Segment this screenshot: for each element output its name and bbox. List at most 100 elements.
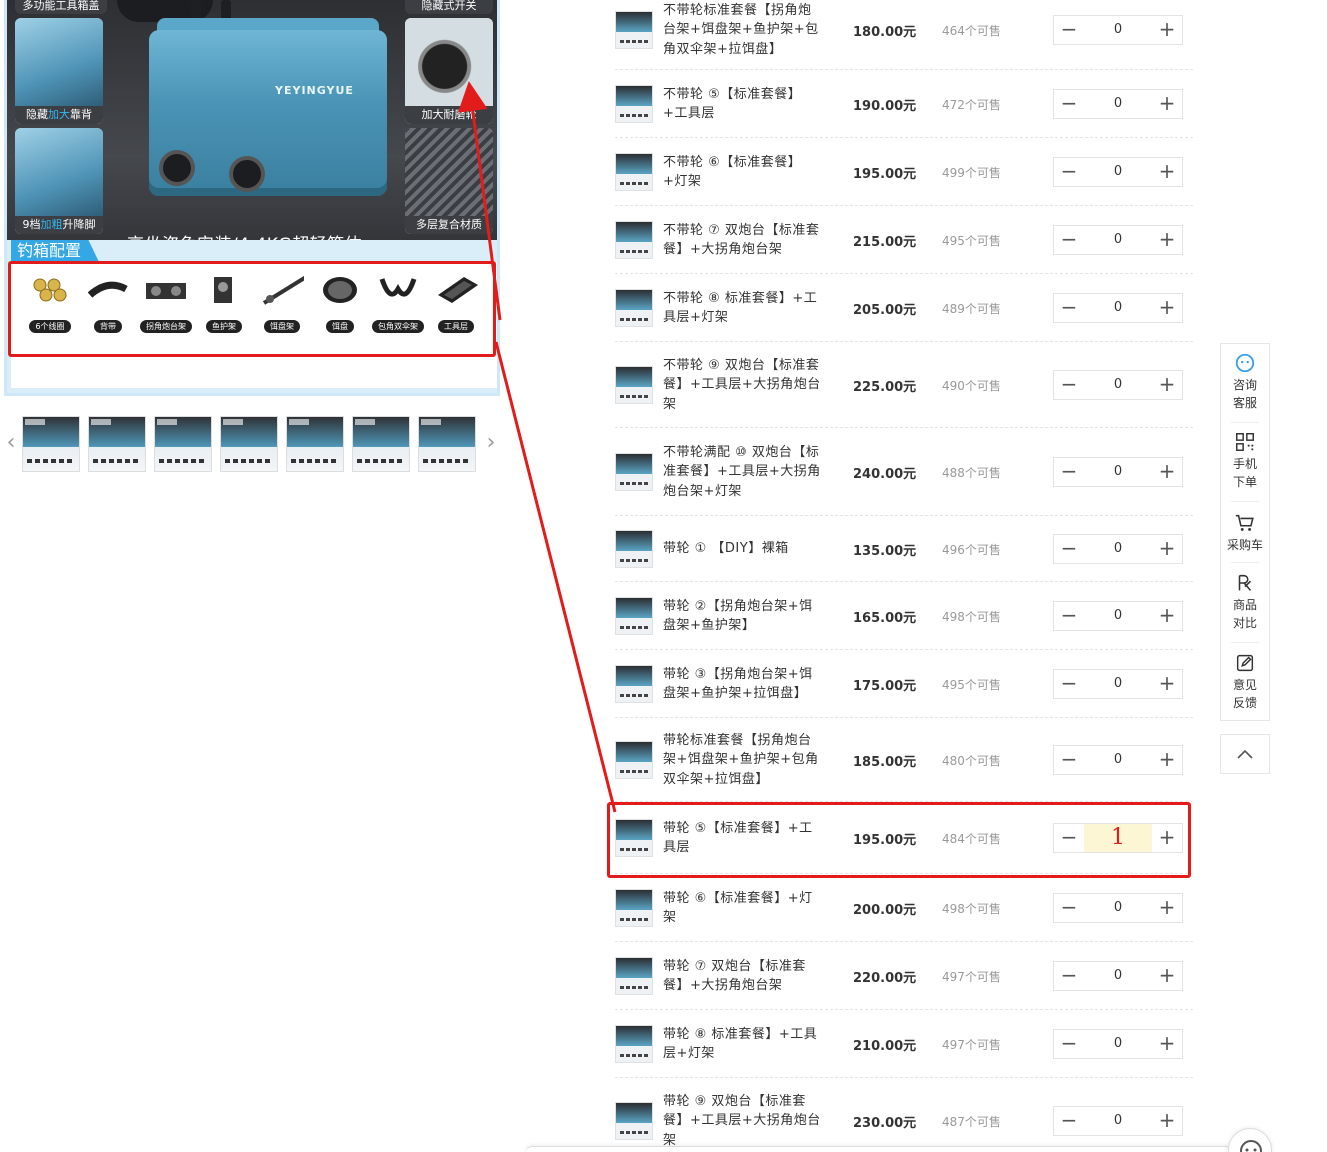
quantity-stepper: −0 + bbox=[1053, 370, 1183, 400]
sku-thumbnail bbox=[615, 453, 653, 491]
quantity-input[interactable]: 0 bbox=[1084, 16, 1152, 44]
quantity-stepper: −0 + bbox=[1053, 601, 1183, 631]
sku-thumbnail bbox=[615, 11, 653, 49]
decrease-button[interactable]: − bbox=[1054, 894, 1084, 922]
thumbnail[interactable] bbox=[286, 416, 344, 472]
qr-code-icon bbox=[1236, 433, 1254, 451]
sku-price: 240.00元 bbox=[853, 467, 917, 482]
decrease-button[interactable]: − bbox=[1054, 746, 1084, 774]
increase-button[interactable]: + bbox=[1152, 670, 1182, 698]
thumbnail[interactable] bbox=[220, 416, 278, 472]
sku-price: 195.00元 bbox=[853, 167, 917, 182]
quantity-input[interactable]: 0 bbox=[1084, 1030, 1152, 1058]
side-toolbar: 咨询客服 手机下单 采购车 商品对比 意见反馈 bbox=[1220, 343, 1270, 721]
feature-card: 隐藏加大靠背 bbox=[15, 18, 103, 124]
product-photo: YEYINGYUE 多功能工具箱盖 隐藏式开关 隐藏加大靠背 9档加粗升降脚 加… bbox=[7, 0, 497, 262]
feature-card: 9档加粗升降脚 bbox=[15, 128, 103, 234]
sku-stock: 487个可售 bbox=[942, 1115, 1001, 1129]
increase-button[interactable]: + bbox=[1152, 16, 1182, 44]
increase-button[interactable]: + bbox=[1152, 371, 1182, 399]
quantity-input[interactable]: 0 bbox=[1084, 90, 1152, 118]
decrease-button[interactable]: − bbox=[1054, 602, 1084, 630]
quantity-input[interactable]: 0 bbox=[1084, 602, 1152, 630]
customer-service-bubble[interactable] bbox=[1228, 1128, 1272, 1152]
increase-button[interactable]: + bbox=[1152, 158, 1182, 186]
increase-button[interactable]: + bbox=[1152, 535, 1182, 563]
sku-row: 不带轮 ⑥【标准套餐】+灯架 195.00元 499个可售 −0 + bbox=[615, 138, 1193, 206]
sku-row: 带轮 ③【拐角炮台架+饵盘架+鱼护架+拉饵盘】 175.00元 495个可售 −0 + bbox=[615, 650, 1193, 718]
increase-button[interactable]: + bbox=[1152, 894, 1182, 922]
sku-name: 带轮 ⑥【标准套餐】+灯架 bbox=[663, 890, 813, 926]
decrease-button[interactable]: − bbox=[1054, 535, 1084, 563]
decrease-button[interactable]: − bbox=[1054, 1030, 1084, 1058]
increase-button[interactable]: + bbox=[1152, 1030, 1182, 1058]
quantity-input[interactable]: 0 bbox=[1084, 371, 1152, 399]
quantity-input[interactable]: 0 bbox=[1084, 746, 1152, 774]
decrease-button[interactable]: − bbox=[1054, 1107, 1084, 1135]
decrease-button[interactable]: − bbox=[1054, 371, 1084, 399]
cart-button[interactable]: 采购车 bbox=[1221, 512, 1269, 554]
sku-stock: 496个可售 bbox=[942, 543, 1001, 557]
quantity-input[interactable]: 0 bbox=[1084, 670, 1152, 698]
sku-stock: 497个可售 bbox=[942, 970, 1001, 984]
thumbnail[interactable] bbox=[22, 416, 80, 472]
quantity-input[interactable]: 0 bbox=[1084, 158, 1152, 186]
increase-button[interactable]: + bbox=[1152, 458, 1182, 486]
decrease-button[interactable]: − bbox=[1054, 16, 1084, 44]
increase-button[interactable]: + bbox=[1152, 602, 1182, 630]
quantity-input[interactable]: 0 bbox=[1084, 962, 1152, 990]
quantity-input[interactable]: 0 bbox=[1084, 535, 1152, 563]
sku-price: 225.00元 bbox=[853, 380, 917, 395]
feedback-button[interactable]: 意见反馈 bbox=[1221, 652, 1269, 712]
config-title: 钓箱配置 bbox=[11, 240, 99, 262]
thumb-next-button[interactable]: › bbox=[484, 428, 498, 458]
sku-name: 不带轮 ⑦ 双炮台【标准套餐】+大拐角炮台架 bbox=[663, 222, 820, 258]
decrease-button[interactable]: − bbox=[1054, 294, 1084, 322]
compare-button[interactable]: 商品对比 bbox=[1221, 572, 1269, 632]
robot-icon bbox=[1240, 1140, 1262, 1152]
quantity-input[interactable]: 0 bbox=[1084, 226, 1152, 254]
decrease-button[interactable]: − bbox=[1054, 670, 1084, 698]
quantity-input[interactable]: 0 bbox=[1084, 1107, 1152, 1135]
sku-price: 205.00元 bbox=[853, 303, 917, 318]
increase-button[interactable]: + bbox=[1152, 90, 1182, 118]
sku-stock: 488个可售 bbox=[942, 466, 1001, 480]
decrease-button[interactable]: − bbox=[1054, 158, 1084, 186]
tool-label: 采购车 bbox=[1226, 538, 1263, 552]
decrease-button[interactable]: − bbox=[1054, 962, 1084, 990]
decrease-button[interactable]: − bbox=[1054, 226, 1084, 254]
decrease-button[interactable]: − bbox=[1054, 90, 1084, 118]
decrease-button[interactable]: − bbox=[1054, 458, 1084, 486]
sku-thumbnail bbox=[615, 530, 653, 568]
sku-row: 带轮 ⑨ 双炮台【标准套餐】+工具层+大拐角炮台架 230.00元 487个可售 −0… bbox=[615, 1078, 1193, 1152]
sku-thumbnail bbox=[615, 153, 653, 191]
thumb-prev-button[interactable]: ‹ bbox=[4, 428, 18, 458]
sku-name: 带轮 ③【拐角炮台架+饵盘架+鱼护架+拉饵盘】 bbox=[663, 666, 813, 702]
thumbnail[interactable] bbox=[154, 416, 212, 472]
increase-button[interactable]: + bbox=[1152, 294, 1182, 322]
back-to-top-button[interactable] bbox=[1220, 734, 1270, 774]
sku-price: 180.00元 bbox=[853, 25, 917, 40]
thumbnail[interactable] bbox=[88, 416, 146, 472]
sku-row: 带轮 ⑥【标准套餐】+灯架 200.00元 498个可售 −0 + bbox=[615, 874, 1193, 942]
consult-service-button[interactable]: 咨询客服 bbox=[1221, 352, 1269, 412]
sku-name: 带轮标准套餐【拐角炮台架+饵盘架+鱼护架+包角双伞架+拉饵盘】 bbox=[663, 732, 819, 787]
sku-price: 230.00元 bbox=[853, 1116, 917, 1131]
increase-button[interactable]: + bbox=[1152, 226, 1182, 254]
increase-button[interactable]: + bbox=[1152, 1107, 1182, 1135]
thumbnail[interactable] bbox=[418, 416, 476, 472]
mobile-order-button[interactable]: 手机下单 bbox=[1221, 431, 1269, 491]
sku-thumbnail bbox=[615, 221, 653, 259]
sku-row: 不带轮标准套餐【拐角炮台架+饵盘架+鱼护架+包角双伞架+拉饵盘】 180.00元 4… bbox=[615, 0, 1193, 70]
sku-stock: 497个可售 bbox=[942, 1038, 1001, 1052]
sku-stock: 464个可售 bbox=[942, 24, 1001, 38]
quantity-input[interactable]: 0 bbox=[1084, 458, 1152, 486]
sku-name: 带轮 ⑨ 双炮台【标准套餐】+工具层+大拐角炮台架 bbox=[663, 1093, 821, 1148]
quantity-input[interactable]: 0 bbox=[1084, 294, 1152, 322]
increase-button[interactable]: + bbox=[1152, 962, 1182, 990]
increase-button[interactable]: + bbox=[1152, 746, 1182, 774]
thumbnail[interactable] bbox=[352, 416, 410, 472]
quantity-input[interactable]: 0 bbox=[1084, 894, 1152, 922]
tool-label: 意见反馈 bbox=[1232, 678, 1257, 710]
quantity-stepper: −0 + bbox=[1053, 225, 1183, 255]
